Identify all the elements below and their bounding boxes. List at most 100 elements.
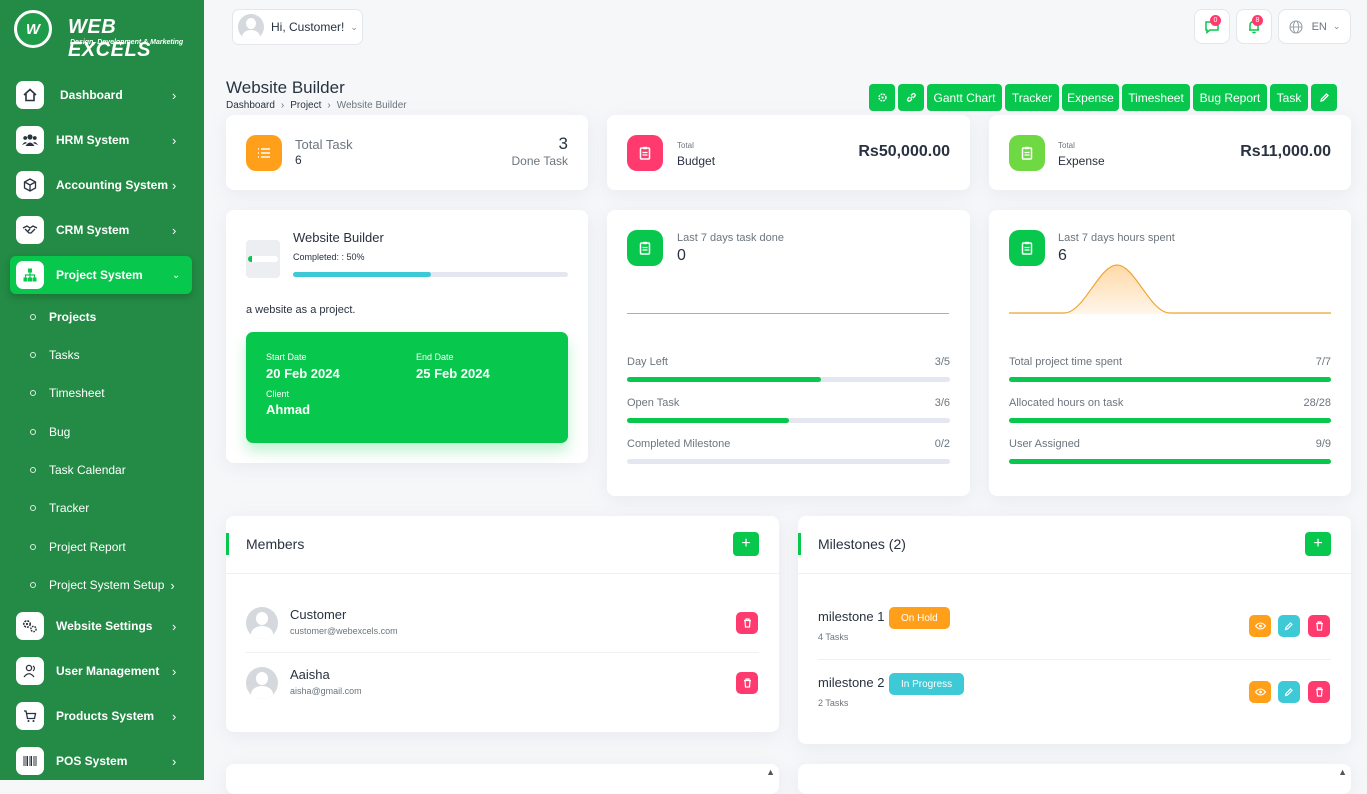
sidebar-item-label: Dashboard (60, 88, 123, 102)
completed-milestone-label: Completed Milestone (627, 438, 731, 450)
hours-spent-card: Last 7 days hours spent 6 Total project … (989, 210, 1351, 496)
eye-icon (1254, 688, 1266, 696)
brand-logo[interactable]: W WEB EXCELS Design, Development & Marke… (14, 10, 194, 61)
section-accent (226, 533, 229, 555)
chevron-up-icon[interactable]: ▲ (766, 767, 775, 777)
sidebar-sub-project-report[interactable]: Project Report (30, 537, 200, 557)
sidebar-sub-label: Timesheet (49, 386, 105, 400)
sidebar-sub-task-calendar[interactable]: Task Calendar (30, 460, 200, 480)
sidebar-sub-project-setup[interactable]: Project System Setup › (30, 575, 200, 595)
view-milestone-button[interactable] (1249, 615, 1271, 637)
project-name: Website Builder (293, 230, 384, 245)
end-date-value: 25 Feb 2024 (416, 366, 490, 381)
sidebar-sub-tracker[interactable]: Tracker (30, 498, 200, 518)
delete-milestone-button[interactable] (1308, 615, 1330, 637)
sidebar-sub-tasks[interactable]: Tasks (30, 345, 200, 365)
divider (818, 659, 1331, 660)
chevron-right-icon: › (172, 87, 177, 103)
pencil-icon (1284, 622, 1293, 631)
edit-milestone-button[interactable] (1278, 681, 1300, 703)
member-name: Customer (290, 607, 347, 622)
timesheet-button[interactable]: Timesheet (1122, 84, 1190, 111)
chevron-right-icon: › (172, 177, 177, 193)
sidebar-sub-projects[interactable]: Projects (30, 307, 200, 327)
share-link-button[interactable] (898, 84, 924, 111)
task-button[interactable]: Task (1270, 84, 1308, 111)
chevron-right-icon: › (172, 753, 177, 769)
avatar (238, 14, 264, 40)
gear-icon (877, 93, 887, 102)
sidebar-sub-bug[interactable]: Bug (30, 422, 200, 442)
add-member-button[interactable]: + (733, 532, 759, 556)
bottom-card-right: ▲ (798, 764, 1351, 794)
language-selector[interactable]: EN ⌄ (1278, 9, 1351, 44)
delete-member-button[interactable] (736, 612, 758, 634)
sidebar-sub-label: Projects (49, 310, 97, 324)
sidebar-item-website-settings[interactable]: Website Settings › (10, 607, 192, 645)
home-icon (16, 81, 44, 109)
language-label: EN (1311, 20, 1327, 33)
sidebar-item-accounting[interactable]: Accounting System › (10, 166, 192, 204)
bug-report-button[interactable]: Bug Report (1193, 84, 1267, 111)
sidebar-item-pos[interactable]: POS System › (10, 742, 192, 780)
delete-member-button[interactable] (736, 672, 758, 694)
milestone-tasks: 2 Tasks (818, 698, 849, 708)
sidebar-sub-timesheet[interactable]: Timesheet (30, 383, 200, 403)
hours-panel-label: Last 7 days hours spent (1058, 232, 1175, 244)
client-value: Ahmad (266, 402, 311, 417)
sidebar-item-user-management[interactable]: User Management › (10, 652, 192, 690)
sidebar-item-products[interactable]: Products System › (10, 697, 192, 735)
project-thumbnail (246, 240, 280, 278)
brand-tagline: Design, Development & Marketing (70, 39, 184, 46)
user-assigned-progress (1009, 459, 1331, 464)
sidebar-item-label: Project System (56, 268, 143, 282)
view-milestone-button[interactable] (1249, 681, 1271, 703)
trash-icon (1315, 687, 1323, 697)
chevron-right-icon: › (172, 132, 177, 148)
member-email: aisha@gmail.com (290, 686, 362, 696)
completed-milestone-value: 0/2 (934, 438, 950, 450)
user-menu[interactable]: Hi, Customer! ⌄ (232, 9, 363, 45)
allocated-hours-label: Allocated hours on task (1009, 397, 1124, 409)
edit-project-button[interactable] (1311, 84, 1337, 111)
sidebar-sub-label: Bug (49, 425, 71, 439)
messages-button[interactable]: 0 (1194, 9, 1230, 44)
start-date-label: Start Date (266, 352, 307, 362)
user-icon (16, 657, 44, 685)
gantt-chart-button[interactable]: Gantt Chart (927, 84, 1002, 111)
task-done-card: Last 7 days task done 0 Day Left 3/5 Ope… (607, 210, 970, 496)
clipboard-icon (627, 230, 663, 266)
start-date-value: 20 Feb 2024 (266, 366, 340, 381)
edit-milestone-button[interactable] (1278, 615, 1300, 637)
chevron-right-icon: › (172, 618, 177, 634)
delete-milestone-button[interactable] (1308, 681, 1330, 703)
avatar (246, 667, 278, 699)
chevron-down-icon: ⌄ (1332, 21, 1341, 31)
chevron-right-icon: › (170, 577, 175, 593)
total-task-label: Total Task (295, 137, 353, 152)
sitemap-icon (16, 261, 44, 289)
tracker-button[interactable]: Tracker (1005, 84, 1059, 111)
settings-button[interactable] (869, 84, 895, 111)
expense-label: Expense (1058, 154, 1105, 168)
open-task-label: Open Task (627, 397, 680, 409)
sidebar-item-hrm[interactable]: HRM System › (10, 121, 192, 159)
sidebar-item-dashboard[interactable]: Dashboard › (10, 76, 192, 114)
breadcrumb-dashboard[interactable]: Dashboard (226, 100, 275, 111)
pencil-icon (1319, 93, 1329, 102)
bullet-icon (30, 352, 36, 358)
end-date-label: End Date (416, 352, 454, 362)
sidebar-sub-label: Tracker (49, 501, 90, 515)
breadcrumb-project[interactable]: Project (290, 100, 321, 111)
chevron-up-icon[interactable]: ▲ (1338, 767, 1347, 777)
sidebar-item-crm[interactable]: CRM System › (10, 211, 192, 249)
budget-value: Rs50,000.00 (858, 143, 950, 160)
notifications-button[interactable]: 8 (1236, 9, 1272, 44)
milestone-tasks: 4 Tasks (818, 632, 849, 642)
add-milestone-button[interactable]: + (1305, 532, 1331, 556)
expense-button[interactable]: Expense (1062, 84, 1119, 111)
sidebar-item-project-system[interactable]: Project System ⌄ (10, 256, 192, 294)
bullet-icon (30, 390, 36, 396)
sidebar-item-label: POS System (56, 754, 128, 768)
section-accent (798, 533, 801, 555)
